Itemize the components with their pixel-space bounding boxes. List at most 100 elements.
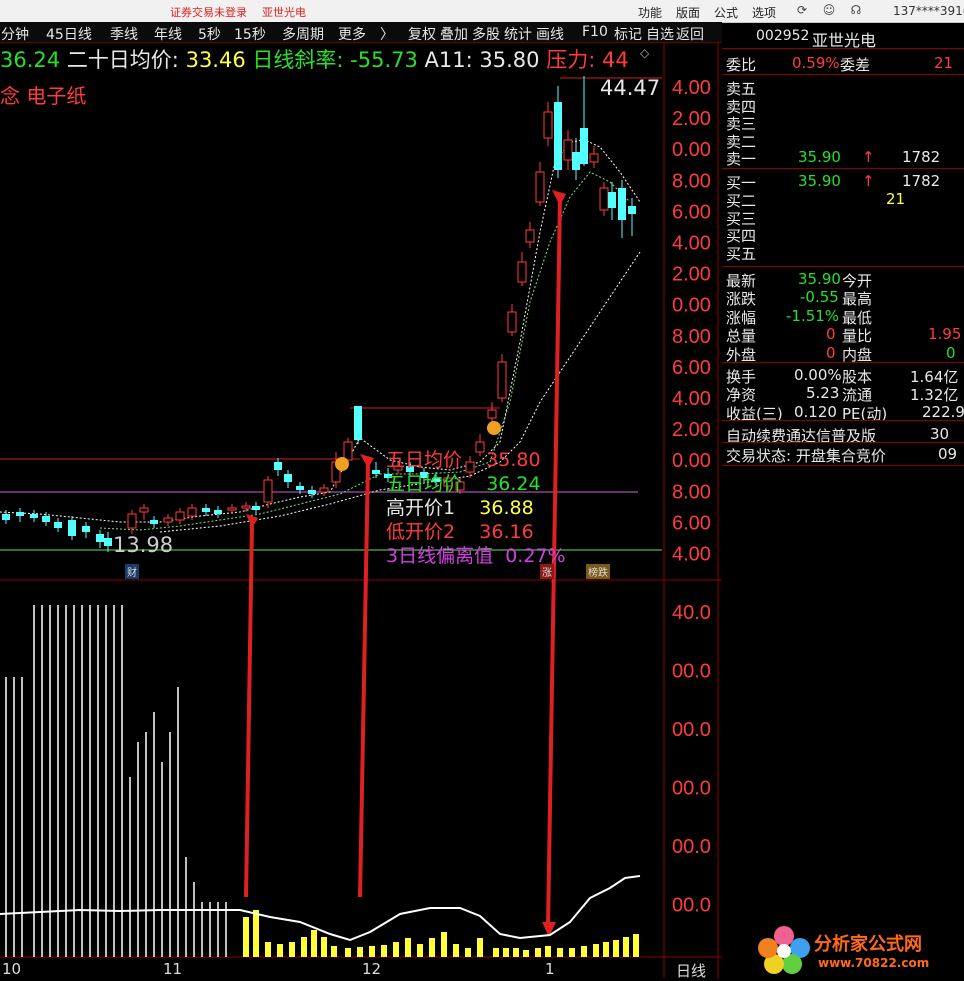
menu-function[interactable]: 功能 bbox=[638, 4, 662, 21]
headset-icon[interactable]: ☊ bbox=[849, 3, 863, 17]
fund-value-2: 222.9 bbox=[922, 402, 964, 421]
candle-body bbox=[274, 462, 282, 470]
sell-volume: 1782 bbox=[902, 148, 941, 166]
login-status[interactable]: 证券交易未登录 bbox=[170, 4, 247, 20]
badge-finance[interactable]: 财 bbox=[125, 564, 139, 579]
price-tick-label: 6.00 bbox=[672, 201, 711, 223]
candle-body bbox=[517, 261, 527, 283]
period-quarter[interactable]: 季线 bbox=[110, 24, 138, 44]
annotation-box: 五日均价 35.80 五日均价 36.24 高开价1 36.88 低开价2 36… bbox=[386, 448, 566, 568]
indicator-bar bbox=[623, 937, 629, 957]
period-year[interactable]: 年线 bbox=[154, 24, 182, 44]
volume-tick-label: 40.0 bbox=[672, 602, 711, 624]
fund-value: 5.23 bbox=[806, 384, 840, 403]
indicator-bar bbox=[393, 942, 399, 957]
price-tick-label: 2.00 bbox=[672, 264, 711, 286]
btn-statistics[interactable]: 统计 bbox=[504, 24, 532, 44]
refresh-icon[interactable]: ⟳ bbox=[795, 3, 809, 17]
weicha-value: 21 bbox=[934, 54, 954, 72]
chart-area[interactable]: 4.00 2.00 0.00 8.00 6.00 4.00 2.00 0.00 8.00 6.00… bbox=[0, 42, 722, 979]
stock-name-title: 亚世光电 bbox=[262, 6, 306, 19]
indicator-bar bbox=[581, 946, 587, 957]
indicator-bar bbox=[545, 946, 551, 957]
ten-day-avg-label: 五日均价 bbox=[386, 473, 463, 495]
indicator-bar bbox=[603, 942, 609, 957]
candle-body bbox=[618, 188, 626, 220]
indicator-bar bbox=[417, 944, 423, 957]
candle-body bbox=[372, 470, 380, 474]
period-more[interactable]: 更多 bbox=[338, 24, 366, 44]
candle-body bbox=[252, 506, 260, 510]
price-tick-label: 0.00 bbox=[672, 139, 711, 161]
indicator-bar bbox=[429, 938, 435, 957]
stat-value: -0.55 bbox=[800, 288, 839, 307]
candle-body bbox=[572, 152, 580, 170]
candle-body bbox=[163, 517, 173, 523]
btn-f10[interactable]: F10 bbox=[582, 24, 608, 40]
candle-body bbox=[127, 513, 137, 529]
watermark-logo: 分析家公式网 www.70822.com bbox=[756, 924, 962, 976]
candle-body bbox=[54, 522, 62, 528]
ticker-number: 30 bbox=[930, 425, 950, 443]
indicator-bar bbox=[331, 946, 337, 957]
period-15s[interactable]: 15秒 bbox=[234, 24, 266, 44]
user-icon[interactable]: ☺ bbox=[822, 3, 836, 17]
btn-mark[interactable]: 标记 bbox=[614, 24, 642, 44]
badge-list-drop[interactable]: 榜跌 bbox=[586, 564, 610, 579]
period-multi[interactable]: 多周期 bbox=[282, 24, 324, 44]
buy-price: 35.90 bbox=[798, 172, 841, 190]
candle-body bbox=[343, 441, 353, 461]
volume-tick-label: 00.0 bbox=[672, 836, 711, 858]
indicator-bar bbox=[633, 934, 639, 957]
indicator-bar bbox=[357, 947, 363, 957]
weibi-label: 委比 bbox=[726, 56, 757, 74]
period-minute[interactable]: 分钟 bbox=[1, 24, 29, 44]
weicha-label: 委差 bbox=[840, 56, 871, 74]
ten-day-avg-value: 36.24 bbox=[486, 473, 541, 495]
fund-value: 0.00% bbox=[794, 366, 842, 384]
volume-tick-label: 00.0 bbox=[672, 778, 711, 800]
period-45day[interactable]: 45日线 bbox=[46, 24, 92, 44]
quote-header: 002952 亚世光电 bbox=[722, 22, 964, 50]
indicator-bar bbox=[301, 937, 307, 957]
indicator-bar bbox=[535, 948, 541, 957]
btn-overlay[interactable]: 叠加 bbox=[440, 24, 468, 44]
period-5s[interactable]: 5秒 bbox=[198, 24, 221, 44]
price-tick-label: 4.00 bbox=[672, 388, 711, 410]
period-label: 日线 bbox=[676, 962, 707, 980]
price-tick-label: 2.00 bbox=[672, 419, 711, 441]
candle-body bbox=[263, 479, 273, 503]
indicator-bar bbox=[593, 944, 599, 957]
gap-low-value: 36.16 bbox=[479, 521, 534, 543]
menu-options[interactable]: 选项 bbox=[752, 4, 776, 21]
candle-body bbox=[104, 538, 112, 546]
stat-value: 0 bbox=[826, 325, 836, 344]
stat-value: 0 bbox=[826, 343, 836, 362]
btn-watchlist[interactable]: 自选 bbox=[646, 24, 676, 44]
badge-limit-up[interactable]: 涨 bbox=[540, 564, 554, 579]
btn-fuquan[interactable]: 复权 bbox=[408, 24, 436, 44]
candle-body bbox=[42, 516, 50, 522]
title-bar: 证券交易未登录 亚世光电 功能 版面 公式 选项 ⟳ ☺ ☊ 137****39… bbox=[0, 0, 964, 23]
candle-body bbox=[150, 520, 158, 524]
btn-multi-stock[interactable]: 多股 bbox=[472, 24, 500, 44]
candle-body bbox=[139, 507, 149, 513]
watermark-url: www.70822.com bbox=[818, 956, 930, 970]
stat-value-2: 0 bbox=[946, 343, 956, 362]
candle-body bbox=[535, 171, 545, 203]
btn-draw[interactable]: 画线 bbox=[536, 24, 564, 44]
stat-value-2: 1.95 bbox=[928, 325, 962, 344]
date-axis: 10 11 12 1 日线 bbox=[0, 960, 722, 980]
menu-formula[interactable]: 公式 bbox=[714, 4, 738, 21]
toolbar-next-arrow[interactable]: 〉 bbox=[380, 24, 394, 44]
buy-level-label: 买五 bbox=[726, 245, 757, 264]
btn-back[interactable]: 返回 bbox=[676, 24, 704, 44]
flower-logo-icon bbox=[758, 926, 810, 974]
deviation-label: 3日线偏离值 bbox=[386, 545, 494, 567]
volume-axis: 40.0 00.0 00.0 00.0 00.0 00.0 bbox=[672, 602, 711, 917]
candle-body bbox=[525, 229, 535, 243]
menu-layout[interactable]: 版面 bbox=[676, 4, 700, 21]
indicator-bar bbox=[465, 948, 471, 957]
buy-volume: 1782 bbox=[902, 172, 941, 190]
indicator-bar bbox=[613, 940, 619, 957]
